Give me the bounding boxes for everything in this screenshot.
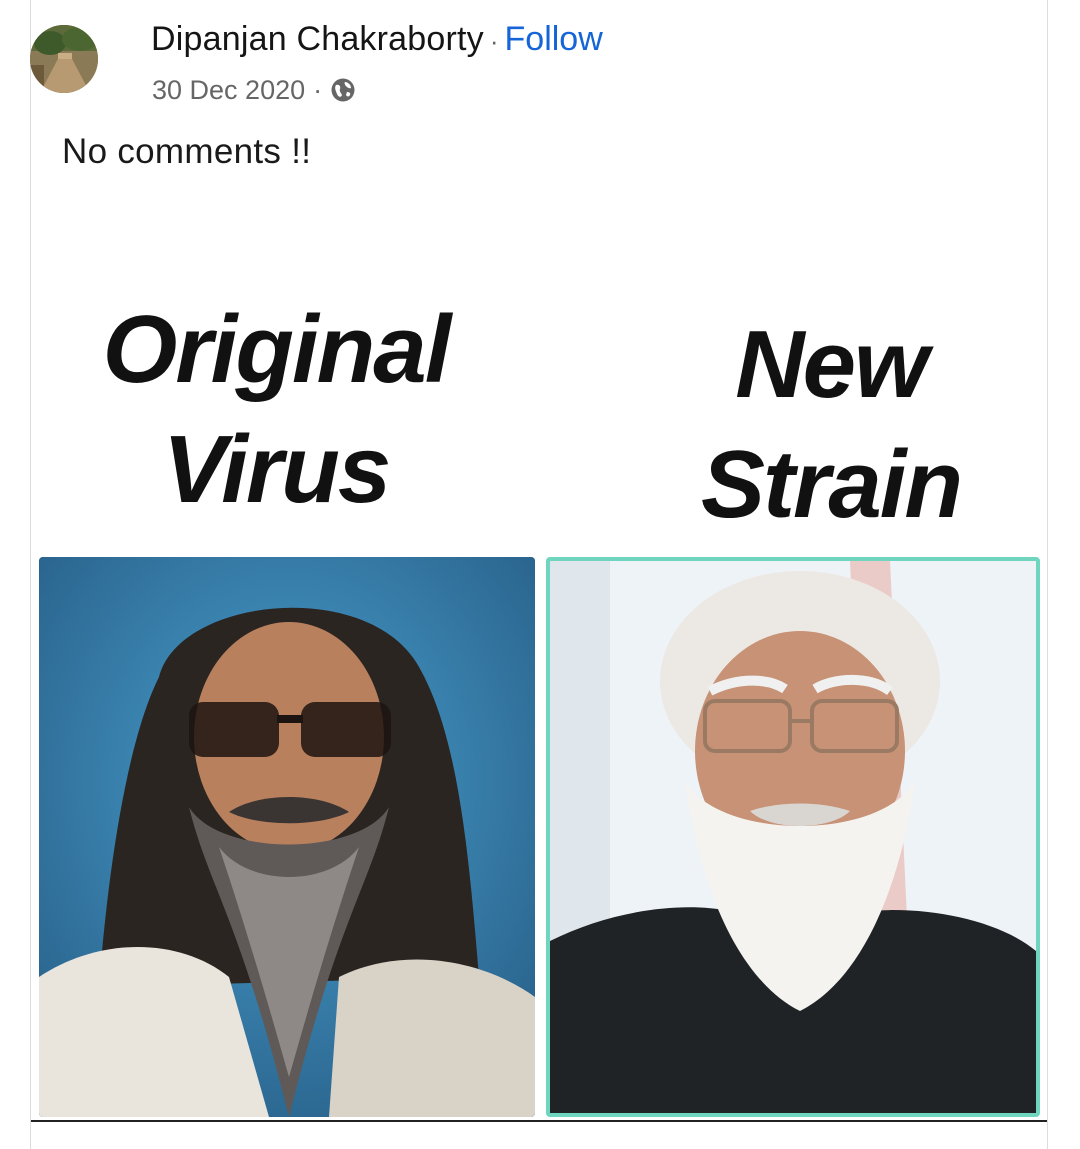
right-portrait	[546, 557, 1040, 1117]
post-meta: 30 Dec 2020 ·	[152, 70, 356, 110]
right-caption-line2: Strain	[700, 431, 963, 538]
left-caption-line1: Original	[102, 296, 452, 403]
globe-icon	[330, 77, 356, 103]
meme-image[interactable]: Original Virus New Strain	[31, 230, 1047, 1123]
author-row: Dipanjan Chakraborty · Follow	[151, 18, 603, 60]
follow-button[interactable]: Follow	[505, 20, 603, 58]
separator-dot: ·	[489, 26, 499, 56]
post-text: No comments !!	[62, 132, 312, 171]
post-date[interactable]: 30 Dec 2020	[152, 75, 305, 105]
left-portrait	[39, 557, 535, 1117]
left-caption-line2: Virus	[162, 416, 392, 523]
right-caption-line1: New	[735, 311, 928, 418]
right-caption: New Strain	[631, 305, 1031, 545]
divider	[31, 1120, 1047, 1122]
left-caption: Original Virus	[51, 290, 501, 530]
avatar[interactable]	[30, 25, 98, 93]
author-name[interactable]: Dipanjan Chakraborty	[151, 20, 484, 58]
meta-separator-dot: ·	[313, 75, 323, 105]
avatar-photo	[30, 25, 98, 93]
